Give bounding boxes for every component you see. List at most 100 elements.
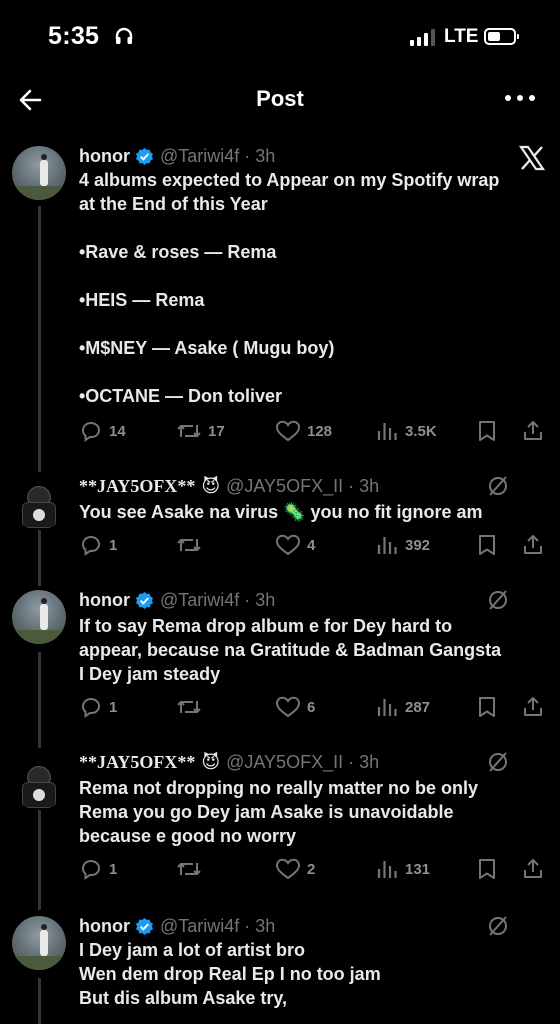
tweet-line: •Rave & roses — Rema — [79, 242, 277, 262]
more-options-icon[interactable] — [502, 88, 538, 108]
tweet-line: Rema not dropping no really matter no be… — [79, 778, 479, 798]
views-icon — [377, 423, 397, 440]
reply-button[interactable]: 1 — [79, 856, 117, 882]
repost-icon — [177, 701, 201, 713]
display-name[interactable]: honor — [79, 146, 130, 167]
repost-button[interactable] — [176, 532, 202, 558]
avatar[interactable] — [12, 476, 66, 530]
action-bar: 14 17 128 3.5K — [79, 418, 549, 444]
grok-icon[interactable] — [486, 474, 510, 498]
cellular-signal-icon — [410, 28, 435, 46]
tweet[interactable]: honor @Tariwi4f · 3h If to say Rema drop… — [0, 588, 560, 728]
like-count: 4 — [307, 536, 316, 554]
tweet-header: honor @Tariwi4f · 3h — [79, 914, 275, 938]
tweet[interactable]: honor @Tariwi4f · 3h I Dey jam a lot of … — [0, 914, 560, 1024]
repost-icon — [177, 539, 201, 551]
reply-button[interactable]: 1 — [79, 694, 117, 720]
reply-count: 14 — [109, 422, 126, 440]
bookmark-icon — [479, 535, 495, 555]
tweet-text: Rema not dropping no really matter no be… — [79, 776, 549, 848]
share-button[interactable] — [521, 856, 545, 882]
reply-icon — [81, 535, 101, 556]
tweet-line: appear, because na Gratitude & Badman Ga… — [79, 640, 502, 660]
avatar[interactable] — [12, 590, 66, 644]
tweet-header: **JAY5OFX** 😈 @JAY5OFX_II · 3h — [79, 750, 379, 774]
reply-button[interactable]: 1 — [79, 532, 117, 558]
repost-button[interactable] — [176, 694, 202, 720]
share-icon — [524, 421, 542, 440]
heart-icon — [275, 696, 301, 718]
share-icon — [524, 535, 542, 554]
reply-count: 1 — [109, 860, 118, 878]
tweet[interactable]: **JAY5OFX** 😈 @JAY5OFX_II · 3h You see A… — [0, 474, 560, 574]
tweet-line: If to say Rema drop album e for Dey hard… — [79, 616, 453, 636]
repost-button[interactable] — [176, 856, 202, 882]
status-time: 5:35 — [48, 22, 100, 50]
handle: @Tariwi4f · 3h — [160, 915, 276, 936]
handle: @JAY5OFX_II · 3h — [226, 751, 380, 772]
repost-icon — [177, 863, 201, 875]
action-bar: 1 4 392 — [79, 532, 549, 558]
handle: @Tariwi4f · 3h — [160, 589, 276, 610]
share-button[interactable] — [521, 694, 545, 720]
bookmark-button[interactable] — [476, 418, 498, 444]
bookmark-icon — [479, 421, 495, 441]
repost-icon — [177, 425, 201, 437]
tweet-text: If to say Rema drop album e for Dey hard… — [79, 614, 549, 686]
avatar[interactable] — [12, 916, 66, 970]
views-count: 3.5K — [405, 422, 437, 440]
heart-icon — [275, 858, 301, 880]
avatar[interactable] — [12, 146, 66, 200]
views-button[interactable]: 392 — [375, 532, 430, 558]
like-button[interactable]: 6 — [275, 694, 315, 720]
tweet-text: 4 albums expected to Appear on my Spotif… — [79, 168, 549, 408]
views-button[interactable]: 287 — [375, 694, 430, 720]
bookmark-button[interactable] — [476, 856, 498, 882]
reply-icon — [81, 859, 101, 880]
repost-button[interactable]: 17 — [176, 418, 225, 444]
bookmark-button[interactable] — [476, 532, 498, 558]
tweet-header: honor @Tariwi4f · 3h — [79, 588, 275, 612]
grok-icon[interactable] — [486, 588, 510, 612]
reply-icon — [81, 421, 101, 442]
bookmark-icon — [479, 697, 495, 717]
like-button[interactable]: 128 — [275, 418, 332, 444]
like-button[interactable]: 4 — [275, 532, 315, 558]
headphones-icon — [115, 27, 133, 44]
views-button[interactable]: 3.5K — [375, 418, 437, 444]
tweet[interactable]: honor @Tariwi4f · 3h 4 albums expected t… — [0, 144, 560, 460]
reply-count: 1 — [109, 698, 118, 716]
share-button[interactable] — [521, 418, 545, 444]
bookmark-button[interactable] — [476, 694, 498, 720]
devil-emoji-icon: 😈 — [201, 751, 221, 772]
share-icon — [524, 859, 542, 878]
tweet-line: Wen dem drop Real Ep I no too jam — [79, 964, 381, 984]
tweet[interactable]: **JAY5OFX** 😈 @JAY5OFX_II · 3h Rema not … — [0, 750, 560, 890]
status-bar: 5:35 LTE — [0, 0, 560, 70]
views-icon — [377, 861, 397, 878]
tweet-line — [79, 360, 549, 384]
display-name[interactable]: honor — [79, 590, 130, 611]
views-icon — [377, 699, 397, 716]
display-name[interactable]: **JAY5OFX** — [79, 752, 195, 773]
tweet-header: **JAY5OFX** 😈 @JAY5OFX_II · 3h — [79, 474, 379, 498]
bookmark-icon — [479, 859, 495, 879]
views-count: 131 — [405, 860, 431, 878]
handle: @Tariwi4f · 3h — [160, 145, 276, 166]
repost-count: 17 — [208, 422, 225, 440]
avatar[interactable] — [12, 756, 66, 810]
tweet-line: I Dey jam steady — [79, 664, 221, 684]
grok-icon[interactable] — [486, 750, 510, 774]
grok-icon[interactable] — [486, 914, 510, 938]
verified-badge-icon — [135, 917, 154, 935]
display-name[interactable]: **JAY5OFX** — [79, 476, 195, 497]
like-button[interactable]: 2 — [275, 856, 315, 882]
heart-icon — [275, 420, 301, 442]
views-button[interactable]: 131 — [375, 856, 430, 882]
share-button[interactable] — [521, 532, 545, 558]
verified-badge-icon — [135, 147, 154, 165]
display-name[interactable]: honor — [79, 916, 130, 937]
reply-button[interactable]: 14 — [79, 418, 126, 444]
tweet-line: •OCTANE — Don toliver — [79, 386, 282, 406]
tweet-line — [79, 264, 549, 288]
